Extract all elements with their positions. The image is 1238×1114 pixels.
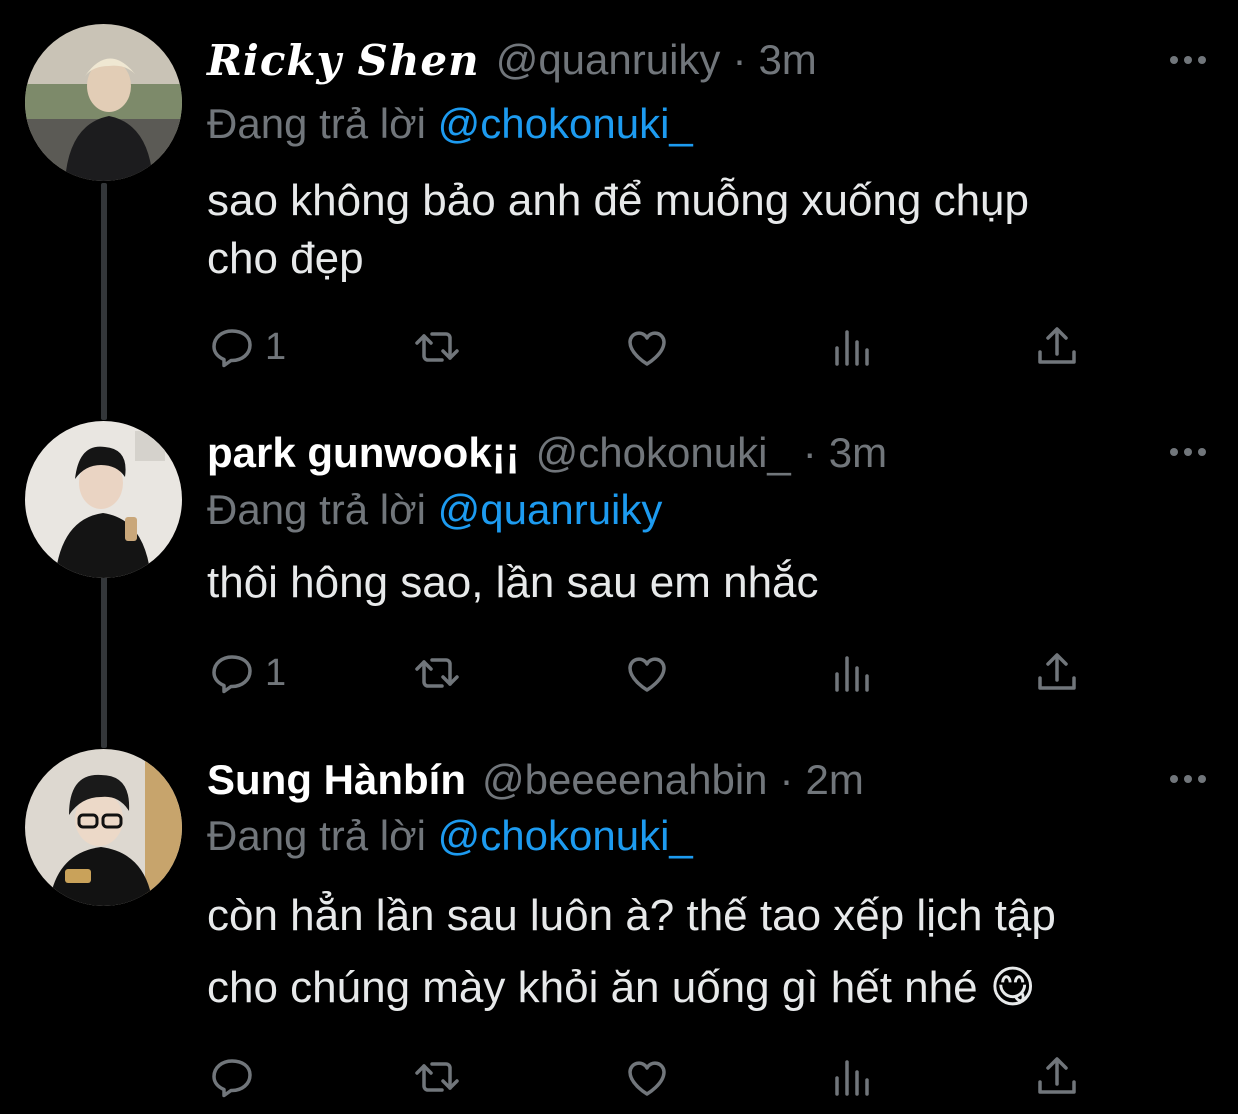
share-button[interactable] xyxy=(1032,1052,1082,1102)
tweet-header: Sung Hànbín @beeeenahbin · 2m xyxy=(207,752,864,808)
like-button[interactable] xyxy=(622,1052,672,1102)
retweet-button[interactable] xyxy=(412,322,462,372)
reply-button[interactable]: 1 xyxy=(207,322,286,372)
separator-dot: · xyxy=(779,756,794,803)
timestamp[interactable]: 3m xyxy=(829,429,887,477)
share-upload-icon xyxy=(1038,653,1076,690)
heart-icon xyxy=(628,331,666,366)
heart-icon xyxy=(628,1061,666,1096)
tweet-text-line: sao không bảo anh để muỗng xuống chụp xyxy=(207,176,1029,225)
reply-button[interactable]: 1 xyxy=(207,648,286,698)
avatar[interactable] xyxy=(25,421,182,578)
timestamp[interactable]: 3m xyxy=(758,36,816,84)
tweet-text: thôi hông sao, lần sau em nhắc xyxy=(207,554,1197,612)
avatar[interactable] xyxy=(25,24,182,181)
tweet-text-line: cho đẹp xyxy=(207,234,364,283)
replying-to: Đang trả lời @chokonuki_ xyxy=(207,812,693,860)
retweet-button[interactable] xyxy=(412,648,462,698)
user-handle[interactable]: @beeeenahbin xyxy=(482,756,768,804)
tweet-text-line: cho chúng mày khỏi ăn uống gì hết nhé 😋 xyxy=(207,963,1036,1012)
share-button[interactable] xyxy=(1032,322,1082,372)
tweet-text-line: thôi hông sao, lần sau em nhắc xyxy=(207,558,819,607)
like-button[interactable] xyxy=(622,648,672,698)
replying-to: Đang trả lời @chokonuki_ xyxy=(207,100,693,148)
views-bar-chart-icon xyxy=(835,1060,869,1096)
separator-dot: · xyxy=(802,429,817,476)
timestamp[interactable]: 2m xyxy=(806,756,864,804)
replying-to-label: Đang trả lời xyxy=(207,100,426,147)
reply-bubble-icon xyxy=(212,329,252,368)
display-name[interactable]: Ricky Shen xyxy=(207,36,480,85)
mention-link[interactable]: @chokonuki_ xyxy=(438,812,693,859)
more-horizontal-icon[interactable] xyxy=(1168,442,1208,462)
more-horizontal-icon[interactable] xyxy=(1168,50,1208,70)
views-bar-chart-icon xyxy=(835,330,869,366)
replying-to-label: Đang trả lời xyxy=(207,486,426,533)
retweet-icon xyxy=(415,658,459,688)
tweet-text: còn hẳn lần sau luôn à? thế tao xếp lịch… xyxy=(207,880,1197,1024)
user-handle[interactable]: @quanruiky xyxy=(496,36,721,84)
share-button[interactable] xyxy=(1032,648,1082,698)
reply-count: 1 xyxy=(265,651,287,694)
action-bar: 1 xyxy=(207,648,1087,698)
display-name[interactable]: Sung Hànbín xyxy=(207,756,466,804)
tweet-header: park gunwook¡¡ @chokonuki_ · 3m xyxy=(207,425,887,481)
views-bar-chart-icon xyxy=(835,656,869,692)
tweet-3[interactable]: Sung Hànbín @beeeenahbin · 2m Đang trả l… xyxy=(0,748,1238,1114)
share-upload-icon xyxy=(1038,327,1076,364)
like-button[interactable] xyxy=(622,322,672,372)
action-bar: 1 xyxy=(207,322,1087,372)
tweet-1[interactable]: Ricky Shen @quanruiky · 3m Đang trả lời … xyxy=(0,0,1238,420)
retweet-icon xyxy=(415,332,459,362)
retweet-icon xyxy=(415,1062,459,1092)
more-horizontal-icon[interactable] xyxy=(1168,769,1208,789)
share-upload-icon xyxy=(1038,1057,1076,1094)
user-handle[interactable]: @chokonuki_ xyxy=(536,429,791,477)
tweet-text: sao không bảo anh để muỗng xuống chụp ch… xyxy=(207,172,1197,288)
reply-bubble-icon xyxy=(212,655,252,694)
views-button[interactable] xyxy=(827,1052,877,1102)
tweet-text-line: còn hẳn lần sau luôn à? thế tao xếp lịch… xyxy=(207,891,1056,940)
tweet-header: Ricky Shen @quanruiky · 3m xyxy=(207,32,817,88)
replying-to-label: Đang trả lời xyxy=(207,812,426,859)
replying-to: Đang trả lời @quanruiky xyxy=(207,486,662,534)
views-button[interactable] xyxy=(827,322,877,372)
tweet-2[interactable]: park gunwook¡¡ @chokonuki_ · 3m Đang trả… xyxy=(0,420,1238,748)
heart-icon xyxy=(628,657,666,692)
retweet-button[interactable] xyxy=(412,1052,462,1102)
reply-count: 1 xyxy=(265,325,287,368)
action-bar xyxy=(207,1052,1087,1102)
reply-bubble-icon xyxy=(212,1059,252,1098)
avatar[interactable] xyxy=(25,749,182,906)
display-name[interactable]: park gunwook¡¡ xyxy=(207,429,520,477)
mention-link[interactable]: @chokonuki_ xyxy=(438,100,693,147)
views-button[interactable] xyxy=(827,648,877,698)
mention-link[interactable]: @quanruiky xyxy=(438,486,663,533)
separator-dot: · xyxy=(732,36,747,83)
reply-button[interactable] xyxy=(207,1052,265,1102)
